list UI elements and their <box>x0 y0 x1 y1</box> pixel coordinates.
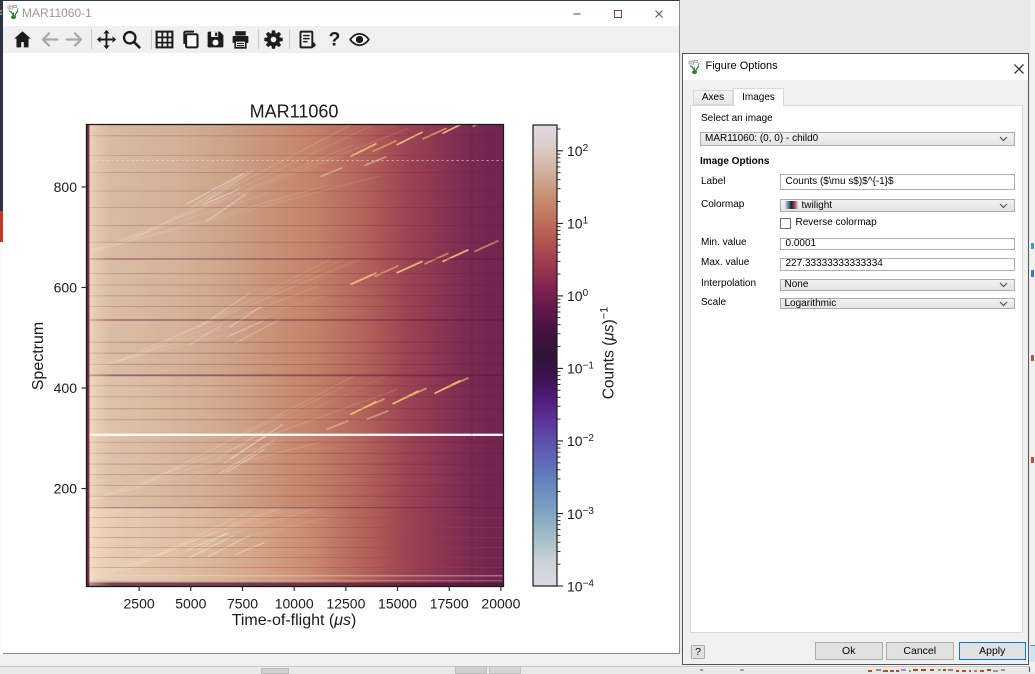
svg-text:?: ? <box>328 29 340 49</box>
